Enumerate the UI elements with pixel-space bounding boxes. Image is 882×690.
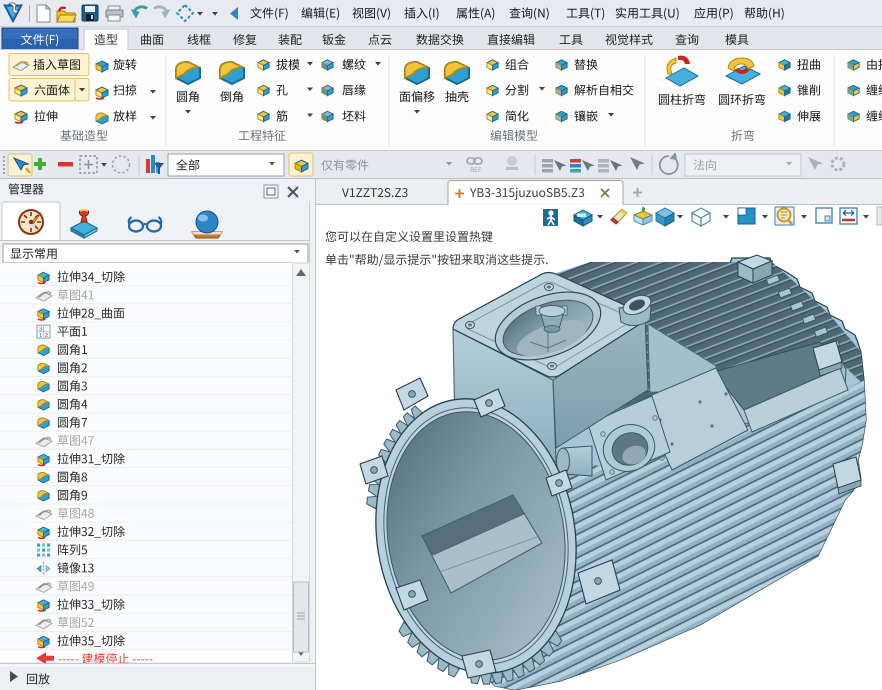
svg-text:1: 1	[39, 333, 42, 339]
svg-text:3: 3	[39, 327, 42, 333]
svg-text:2: 2	[45, 333, 48, 339]
